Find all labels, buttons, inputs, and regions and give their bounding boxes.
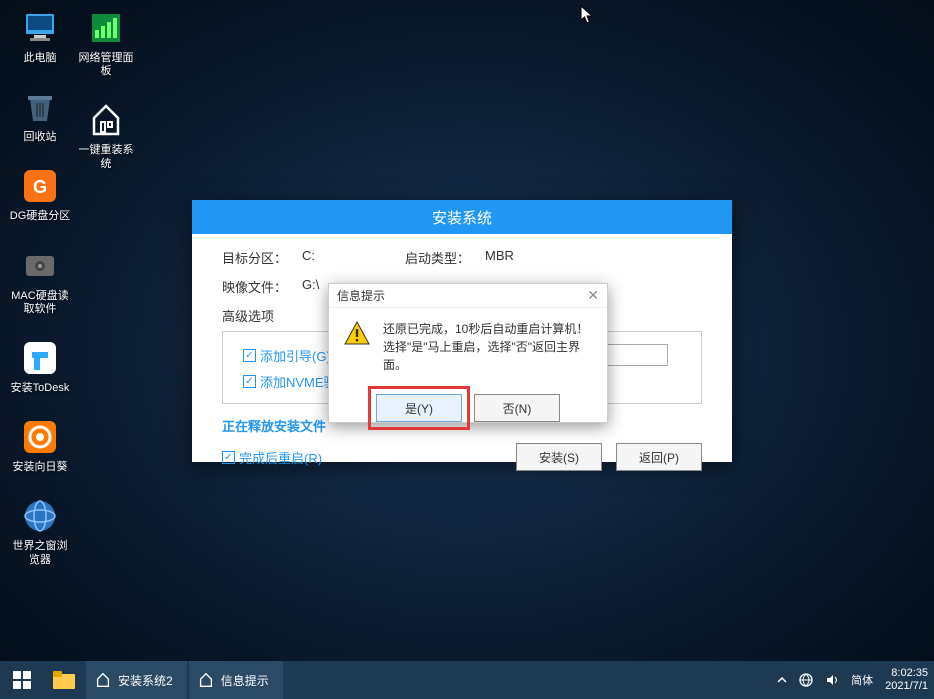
sunflower-icon [20,417,60,457]
icon-label: 一键重装系统 [74,144,138,170]
desktop-icon-sunflower[interactable]: 安装向日葵 [8,417,72,474]
icon-label: 安装ToDesk [11,382,70,395]
taskbar-task-installer[interactable]: 安装系统2 [86,661,187,699]
task-label: 信息提示 [221,672,269,689]
desktop-icon-todesk[interactable]: 安装ToDesk [8,338,72,395]
icon-label: 安装向日葵 [13,461,68,474]
desktop-icon-net-panel[interactable]: 网络管理面板 [74,8,138,78]
desktop-icon-onekey[interactable]: 一键重装系统 [74,100,138,170]
dialog-message-2: 选择"是"马上重启，选择"否"返回主界面。 [383,338,593,374]
globe-icon [20,496,60,536]
boot-type-label: 启动类型： [405,248,485,267]
task-label: 安装系统2 [118,672,173,689]
tray-chevron-icon[interactable] [777,675,787,685]
target-partition-label: 目标分区： [222,248,302,267]
house-icon [94,671,112,689]
no-button[interactable]: 否(N) [474,394,560,422]
dialog-message-1: 还原已完成，10秒后自动重启计算机！ [383,320,593,338]
icon-label: 世界之窗浏览器 [8,540,72,566]
image-file-value: G:\ [302,277,319,296]
info-dialog: 信息提示 ✕ 还原已完成，10秒后自动重启计算机！ 选择"是"马上重启，选择"否… [328,283,608,423]
yes-button[interactable]: 是(Y) [376,394,462,422]
trash-icon [20,87,60,127]
dg-icon: G [20,166,60,206]
clock-date: 2021/7/1 [885,680,928,693]
dialog-title-text: 信息提示 [337,287,385,304]
desktop-icon-this-pc[interactable]: 此电脑 [8,8,72,65]
todesk-icon [20,338,60,378]
computer-icon [20,8,60,48]
icon-label: 网络管理面板 [74,52,138,78]
install-button[interactable]: 安装(S) [516,443,602,471]
desktop-icon-browser[interactable]: 世界之窗浏览器 [8,496,72,566]
mouse-cursor-icon [580,5,596,25]
taskbar-explorer-icon[interactable] [44,661,84,699]
house-icon [197,671,215,689]
disk-icon [20,246,60,286]
clock-time: 8:02:35 [885,667,928,680]
panel-icon [86,8,126,48]
boot-type-value: MBR [485,248,514,267]
icon-label: MAC硬盘读取软件 [8,290,72,316]
tray-clock[interactable]: 8:02:35 2021/7/1 [885,667,928,693]
taskbar: 安装系统2 信息提示 简体 8:02:35 2021/7/1 [0,661,934,699]
back-button[interactable]: 返回(P) [616,443,702,471]
ime-label[interactable]: 简体 [851,672,873,688]
svg-text:G: G [33,177,47,197]
target-partition-value: C: [302,248,315,267]
installer-title: 安装系统 [192,200,732,234]
taskbar-task-dialog[interactable]: 信息提示 [189,661,283,699]
icon-label: DG硬盘分区 [10,210,71,223]
house-icon [86,100,126,140]
icon-label: 此电脑 [24,52,57,65]
tray-volume-icon[interactable] [825,673,839,687]
close-icon[interactable]: ✕ [587,287,599,304]
icon-label: 回收站 [24,131,57,144]
image-file-label: 映像文件： [222,277,302,296]
desktop-icon-mac-disk[interactable]: MAC硬盘读取软件 [8,246,72,316]
checkbox-restart[interactable]: ✓完成后重启(R) [222,448,322,467]
warning-icon [343,320,371,348]
desktop-icon-recycle-bin[interactable]: 回收站 [8,87,72,144]
start-button[interactable] [0,661,44,699]
tray-network-icon[interactable] [799,673,813,687]
desktop-icon-dg[interactable]: G DG硬盘分区 [8,166,72,223]
